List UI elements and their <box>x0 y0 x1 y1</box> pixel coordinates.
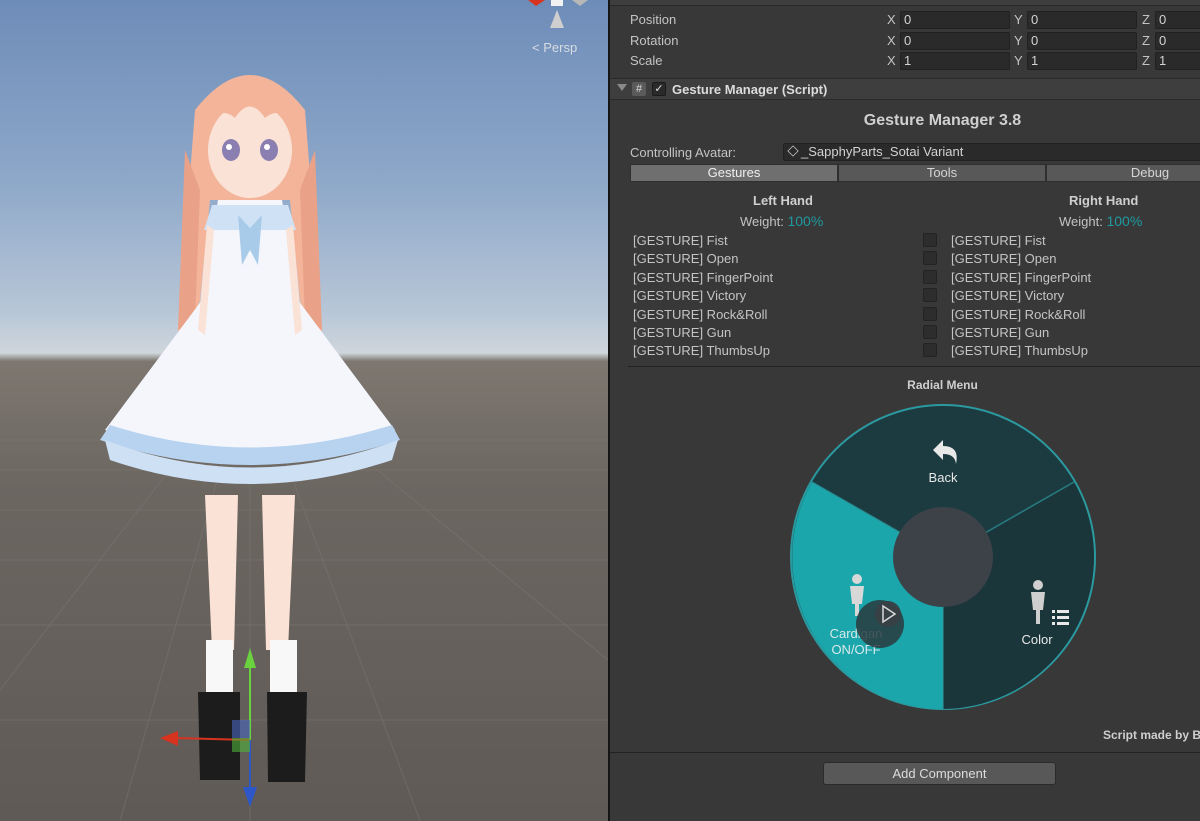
rotation-y-field[interactable]: 0 <box>1027 32 1137 50</box>
tab-debug[interactable]: Debug <box>1046 164 1200 182</box>
component-bottom-divider <box>610 752 1200 753</box>
right-gesture-item[interactable]: [GESTURE] Rock&Roll <box>951 306 1091 324</box>
right-gesture-item[interactable]: [GESTURE] Gun <box>951 324 1091 342</box>
script-icon: # <box>632 82 646 96</box>
axis-x-label: X <box>887 53 896 68</box>
transform-header[interactable] <box>610 0 1200 6</box>
radial-center[interactable] <box>893 507 993 607</box>
axis-z-label: Z <box>1142 53 1150 68</box>
left-weight-label: Weight: <box>740 214 784 229</box>
right-gesture-item[interactable]: [GESTURE] ThumbsUp <box>951 342 1091 360</box>
radial-menu[interactable]: Back Color Cardigan ON/OFF <box>790 402 1100 712</box>
left-gesture-item[interactable]: [GESTURE] FingerPoint <box>633 269 773 287</box>
right-gesture-item[interactable]: [GESTURE] Open <box>951 250 1091 268</box>
right-gesture-item[interactable]: [GESTURE] Fist <box>951 232 1091 250</box>
scale-label: Scale <box>630 53 663 68</box>
component-enabled-checkbox[interactable]: ✓ <box>652 82 666 96</box>
left-gesture-item[interactable]: [GESTURE] Gun <box>633 324 773 342</box>
gesture-manager-component-header[interactable]: # ✓ Gesture Manager (Script) <box>610 78 1200 100</box>
add-component-button[interactable]: Add Component <box>823 762 1056 785</box>
left-hand-weight: Weight: 100% <box>740 213 823 229</box>
position-label: Position <box>630 12 677 27</box>
axis-z-label: Z <box>1142 12 1150 27</box>
rotation-x-field[interactable]: 0 <box>900 32 1010 50</box>
right-weight-value[interactable]: 100% <box>1106 213 1142 229</box>
gesture-checkbox[interactable] <box>923 343 937 358</box>
right-weight-label: Weight: <box>1059 214 1103 229</box>
radial-item-back-label: Back <box>929 470 958 485</box>
section-divider <box>628 366 1200 367</box>
rotation-z-field[interactable]: 0 <box>1155 32 1200 50</box>
axis-y-label: Y <box>1014 53 1023 68</box>
scale-x-field[interactable]: 1 <box>900 52 1010 70</box>
gesture-checkbox[interactable] <box>923 269 937 284</box>
gesture-checkbox[interactable] <box>923 233 937 247</box>
rotation-label: Rotation <box>630 33 679 48</box>
play-cursor-icon <box>856 600 904 648</box>
position-x-field[interactable]: 0 <box>900 11 1010 29</box>
controlling-avatar-value: _SapphyParts_Sotai Variant <box>801 144 964 159</box>
right-hand-weight: Weight: 100% <box>1059 213 1142 229</box>
axis-y-label: Y <box>1014 12 1023 27</box>
gesture-manager-title: Gesture Manager 3.8 <box>863 112 1022 129</box>
left-gesture-item[interactable]: [GESTURE] Fist <box>633 232 773 250</box>
gesture-checkbox[interactable] <box>923 288 937 303</box>
tab-tools[interactable]: Tools <box>838 164 1046 182</box>
axis-z-label: Z <box>1142 33 1150 48</box>
left-gesture-item[interactable]: [GESTURE] ThumbsUp <box>633 342 773 360</box>
transform-position-row: Position X 0 Y 0 Z 0 <box>630 11 1200 29</box>
persp-text: Persp <box>543 40 578 55</box>
gameobject-icon <box>787 145 799 157</box>
component-title: Gesture Manager (Script) <box>672 82 828 97</box>
gesture-manager-tabs: Gestures Tools Debug <box>630 164 1200 182</box>
right-hand-title: Right Hand <box>1069 193 1139 208</box>
gesture-checkbox[interactable] <box>923 251 937 266</box>
right-gesture-item[interactable]: [GESTURE] Victory <box>951 287 1091 305</box>
gesture-checkbox[interactable] <box>923 324 937 339</box>
left-gesture-list: [GESTURE] Fist [GESTURE] Open [GESTURE] … <box>633 232 773 361</box>
credit-text: Script made by BlackStartx <box>1103 728 1200 742</box>
right-gesture-list: [GESTURE] Fist [GESTURE] Open [GESTURE] … <box>951 232 1091 361</box>
inspector-panel: Position X 0 Y 0 Z 0 Rotation X 0 Y 0 Z … <box>610 0 1200 821</box>
transform-scale-row: Scale X 1 Y 1 Z 1 <box>630 52 1200 70</box>
orientation-gizmo[interactable] <box>528 0 588 28</box>
controlling-avatar-field[interactable]: _SapphyParts_Sotai Variant <box>783 143 1200 161</box>
foldout-arrow-icon[interactable] <box>617 84 627 91</box>
left-gesture-item[interactable]: [GESTURE] Rock&Roll <box>633 306 773 324</box>
right-gesture-item[interactable]: [GESTURE] FingerPoint <box>951 269 1091 287</box>
position-y-field[interactable]: 0 <box>1027 11 1137 29</box>
radial-menu-title: Radial Menu <box>907 378 978 392</box>
radial-item-color-label: Color <box>1021 632 1053 647</box>
axis-y-label: Y <box>1014 33 1023 48</box>
position-z-field[interactable]: 0 <box>1155 11 1200 29</box>
gesture-checkbox[interactable] <box>923 306 937 321</box>
scene-view[interactable]: < Persp <box>0 0 608 821</box>
axis-x-label: X <box>887 12 896 27</box>
left-gesture-item[interactable]: [GESTURE] Open <box>633 250 773 268</box>
scale-z-field[interactable]: 1 <box>1155 52 1200 70</box>
view-mode-label[interactable]: < Persp <box>532 40 577 55</box>
axis-x-label: X <box>887 33 896 48</box>
gesture-checkbox-column <box>923 233 937 362</box>
transform-rotation-row: Rotation X 0 Y 0 Z 0 <box>630 32 1200 50</box>
left-hand-title: Left Hand <box>753 193 813 208</box>
controlling-avatar-label: Controlling Avatar: <box>630 145 736 160</box>
scale-y-field[interactable]: 1 <box>1027 52 1137 70</box>
left-gesture-item[interactable]: [GESTURE] Victory <box>633 287 773 305</box>
tab-gestures[interactable]: Gestures <box>630 164 838 182</box>
left-weight-value[interactable]: 100% <box>787 213 823 229</box>
